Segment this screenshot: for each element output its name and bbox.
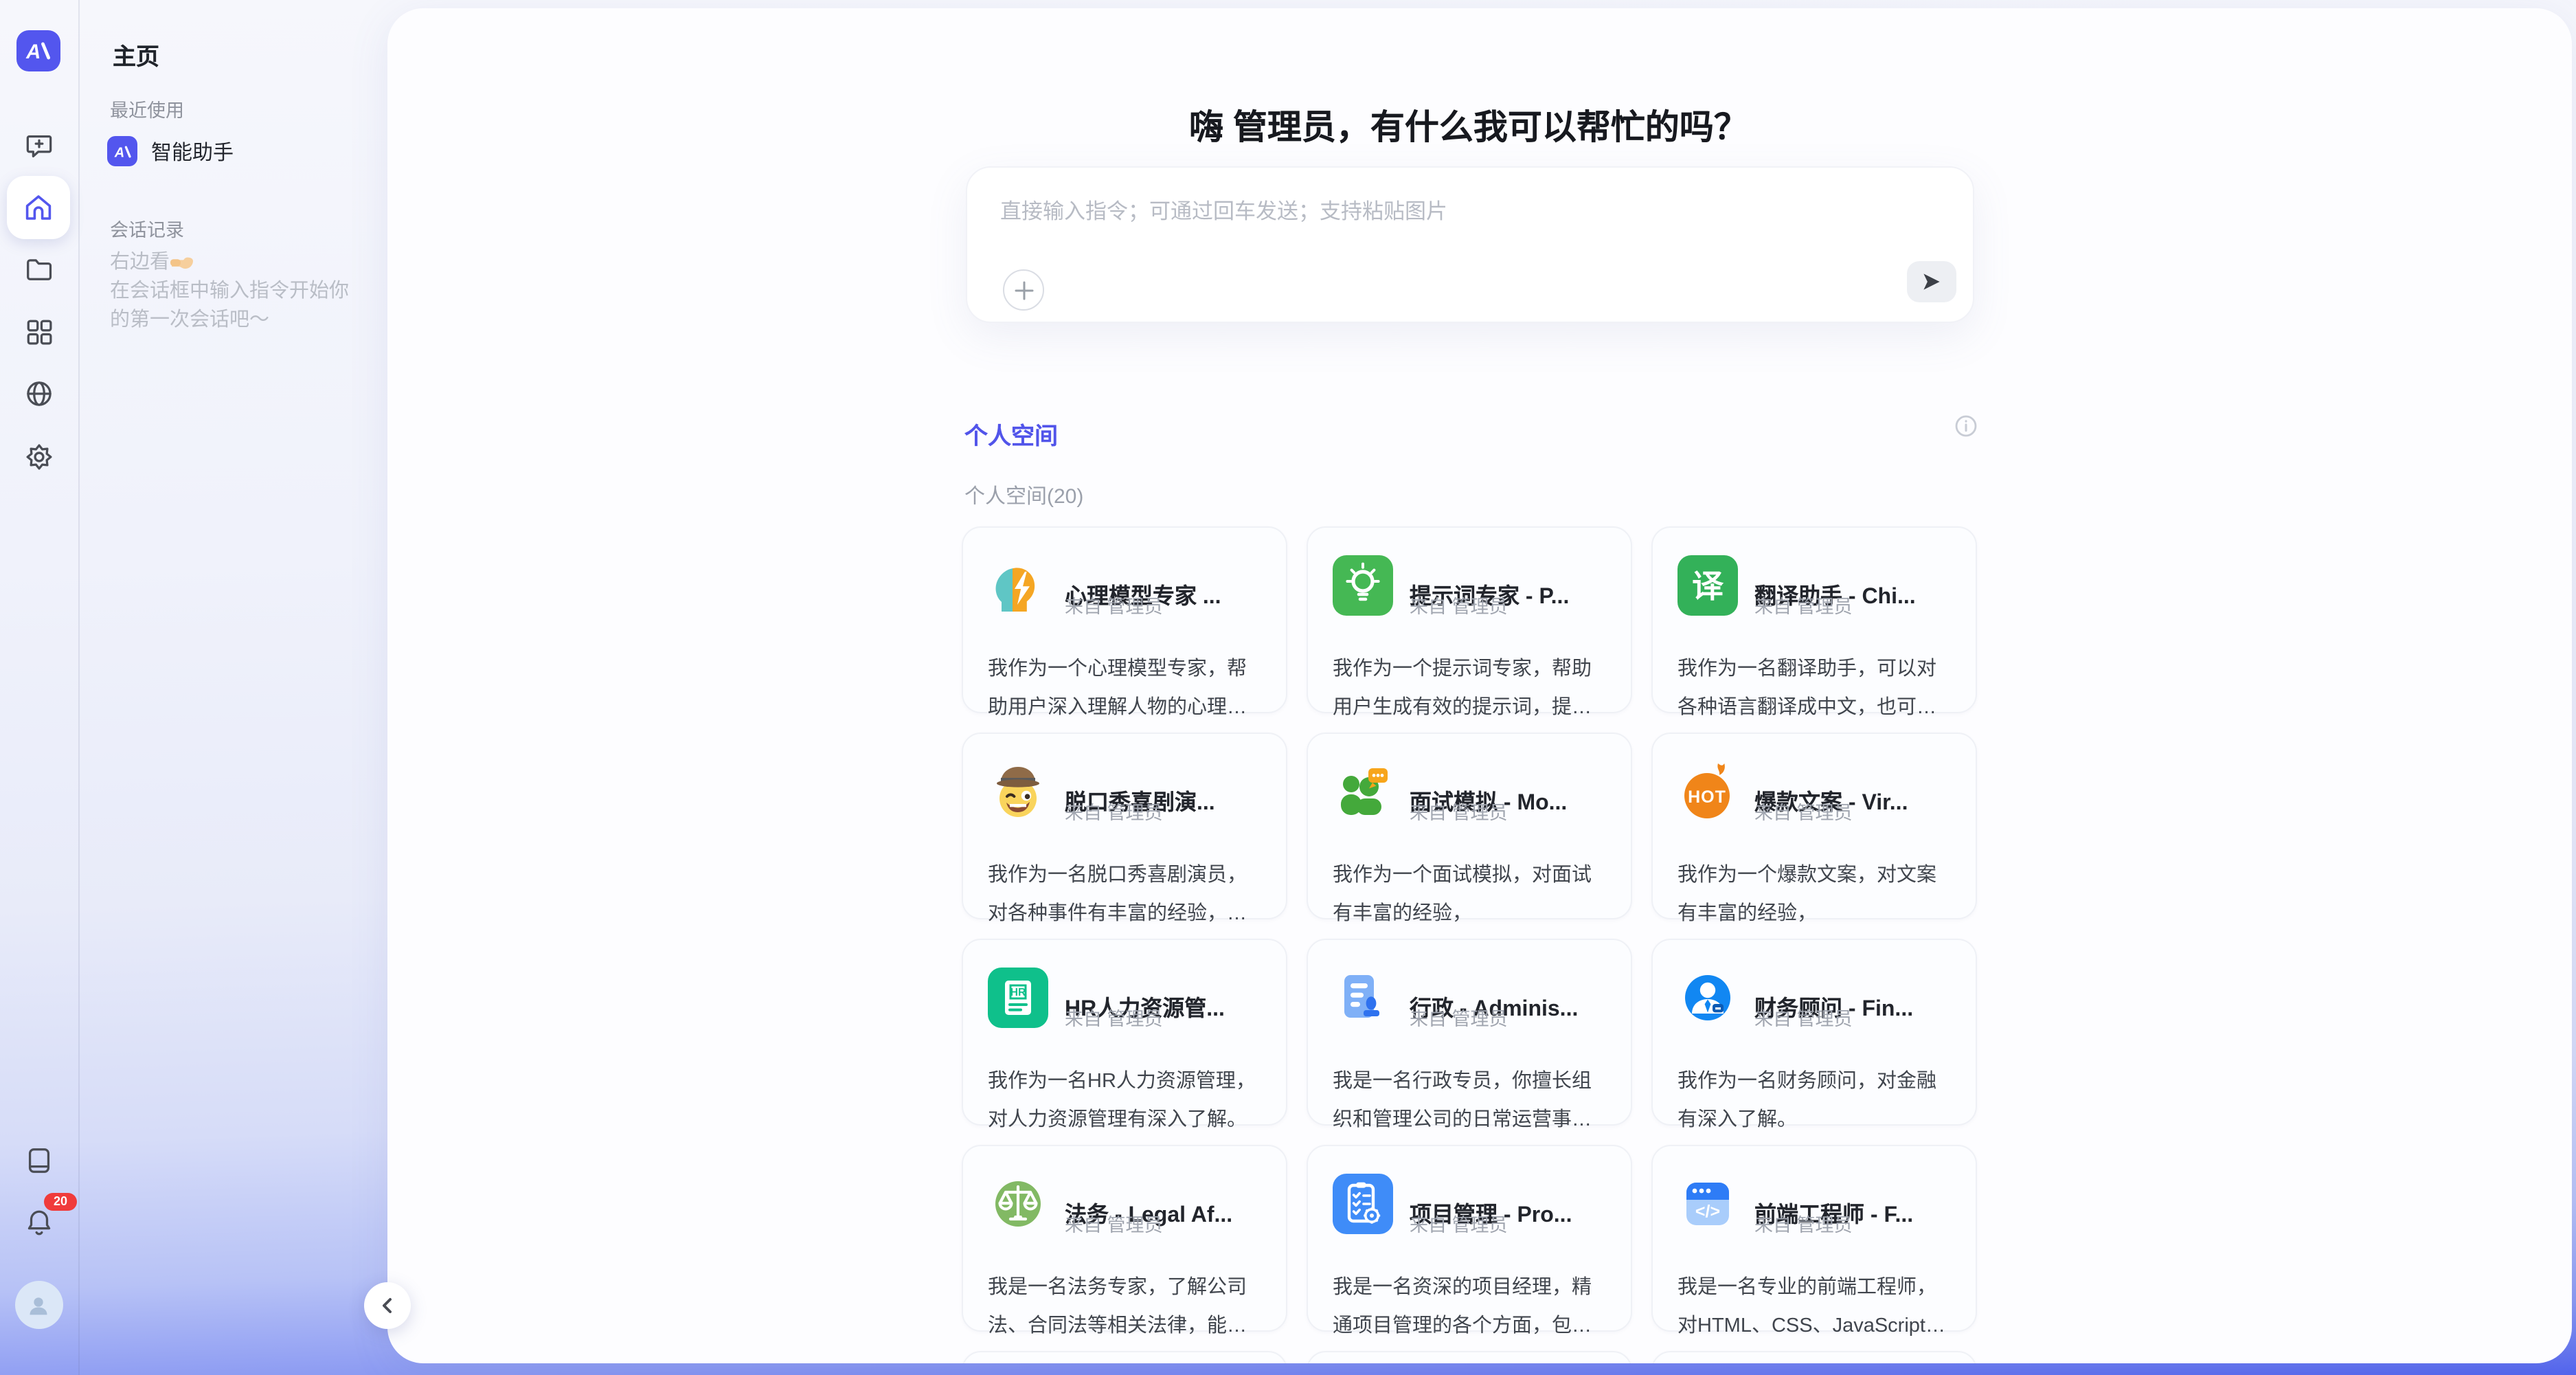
main-panel: 嗨 管理员，有什么我可以帮忙的吗？ 个人空间 个人空间(20) 心理模型专家 .… — [387, 8, 2572, 1363]
assistant-card-grid: 心理模型专家 ... 来自 管理员 我作为一个心理模型专家，帮助用户深入理解人物… — [962, 526, 1978, 1363]
settings-gear-icon[interactable] — [23, 441, 54, 473]
command-input[interactable] — [967, 168, 2039, 308]
assistant-card-partial[interactable] — [962, 1351, 1287, 1363]
assistant-label: 智能助手 — [151, 137, 234, 166]
assistant-card[interactable]: 行政 - Adminis... 来自 管理员 我是一名行政专员，你擅长组织和管理… — [1307, 939, 1631, 1126]
person-icon — [25, 1291, 52, 1319]
assistant-card[interactable]: 项目管理 - Pro... 来自 管理员 我是一名资深的项目经理，精通项目管理的… — [1307, 1145, 1631, 1332]
svg-text:HOT: HOT — [1688, 787, 1726, 807]
hot-flame-icon: HOT — [1677, 761, 1738, 822]
svg-text:A: A — [25, 41, 41, 63]
greeting-title: 嗨 管理员，有什么我可以帮忙的吗？ — [964, 100, 1973, 150]
apps-grid-icon[interactable] — [23, 316, 54, 348]
chevron-left-icon — [376, 1295, 398, 1317]
page-title: 主页 — [113, 37, 159, 71]
send-arrow-icon — [1921, 271, 1943, 293]
user-avatar[interactable] — [14, 1281, 63, 1329]
comedian-face-icon — [988, 761, 1048, 822]
project-clipboard-icon — [1333, 1174, 1393, 1234]
history-section-label: 会话记录 — [110, 214, 184, 242]
pointing-right-icon — [170, 251, 193, 280]
home-icon — [22, 191, 55, 224]
history-hint-line2: 在会话框中输入指令开始你的第一次会话吧～ — [110, 278, 350, 334]
handbook-icon[interactable] — [23, 1145, 54, 1176]
personal-space-count: 个人空间(20) — [964, 481, 1083, 510]
lightbulb-icon — [1333, 555, 1393, 616]
app-root: A 20 — [0, 0, 2576, 1375]
legal-scales-icon — [988, 1174, 1048, 1234]
send-button[interactable] — [1907, 261, 1956, 302]
assistant-card[interactable]: 法务 - Legal Af... 来自 管理员 我是一名法务专家，了解公司法、合… — [962, 1145, 1287, 1332]
sidebar-collapse-button[interactable] — [364, 1282, 411, 1329]
svg-text:</>: </> — [1695, 1202, 1720, 1221]
assistant-card[interactable]: 提示词专家 - P... 来自 管理员 我作为一个提示词专家，帮助用户生成有效的… — [1307, 526, 1631, 713]
svg-text:译: 译 — [1692, 568, 1724, 604]
finance-advisor-icon — [1677, 968, 1738, 1028]
assistant-card[interactable]: 译 翻译助手 - Chi... 来自 管理员 我作为一名翻译助手，可以对各种语言… — [1651, 526, 1976, 713]
folder-icon[interactable] — [23, 254, 54, 286]
frontend-code-icon: </> — [1677, 1174, 1738, 1234]
logo-a-icon: A — [23, 36, 54, 66]
secondary-sidebar: 主页 最近使用 A 智能助手 会话记录 右边看👉 在会话框中输入指令开始你的第一… — [78, 0, 387, 1375]
info-circle-icon[interactable] — [1955, 415, 1977, 437]
assistant-card[interactable]: HOT 爆款文案 - Vir... 来自 管理员 我作为一个爆款文案，对文案有丰… — [1651, 733, 1976, 919]
globe-icon[interactable] — [23, 378, 54, 410]
sidebar-item-assistant[interactable]: A 智能助手 — [107, 136, 234, 166]
psychology-head-icon — [988, 555, 1048, 616]
svg-text:HR: HR — [1010, 987, 1026, 998]
assistant-card-partial[interactable] — [1307, 1351, 1631, 1363]
app-logo[interactable]: A — [16, 30, 60, 71]
assistant-card[interactable]: </> 前端工程师 - F... 来自 管理员 我是一名专业的前端工程师，对HT… — [1651, 1145, 1976, 1332]
assistant-card[interactable]: 面试模拟 - Mo... 来自 管理员 我作为一个面试模拟，对面试有丰富的经验， — [1307, 733, 1631, 919]
new-chat-icon[interactable] — [23, 131, 54, 162]
hr-document-icon: HR — [988, 968, 1048, 1028]
personal-space-title[interactable]: 个人空间 — [964, 416, 1058, 451]
attach-plus-button[interactable] — [1003, 269, 1044, 311]
assistant-card[interactable]: 脱口秀喜剧演... 来自 管理员 我作为一名脱口秀喜剧演员，对各种事件有丰富的经… — [962, 733, 1287, 919]
admin-stamp-icon — [1333, 968, 1393, 1028]
translate-icon: 译 — [1677, 555, 1738, 616]
assistant-card[interactable]: 财务顾问 - Fin... 来自 管理员 我作为一名财务顾问，对金融有深入了解。 — [1651, 939, 1976, 1126]
history-hint-line1: 右边看👉 — [110, 249, 350, 280]
assistant-card-partial[interactable] — [1651, 1351, 1976, 1363]
plus-icon — [1013, 280, 1034, 300]
interview-people-icon — [1333, 761, 1393, 822]
sidebar-item-home-active[interactable] — [7, 176, 70, 239]
recent-section-label: 最近使用 — [110, 95, 184, 122]
notification-badge: 20 — [44, 1193, 77, 1210]
svg-text:A: A — [113, 145, 124, 160]
assistant-logo-icon: A — [107, 136, 137, 166]
left-rail: A 20 — [0, 0, 79, 1375]
notifications-bell-icon[interactable] — [23, 1207, 54, 1238]
assistant-card[interactable]: HR HR人力资源管... 来自 管理员 我作为一名HR人力资源管理，对人力资源… — [962, 939, 1287, 1126]
assistant-card[interactable]: 心理模型专家 ... 来自 管理员 我作为一个心理模型专家，帮助用户深入理解人物… — [962, 526, 1287, 713]
command-composer — [966, 166, 1974, 323]
